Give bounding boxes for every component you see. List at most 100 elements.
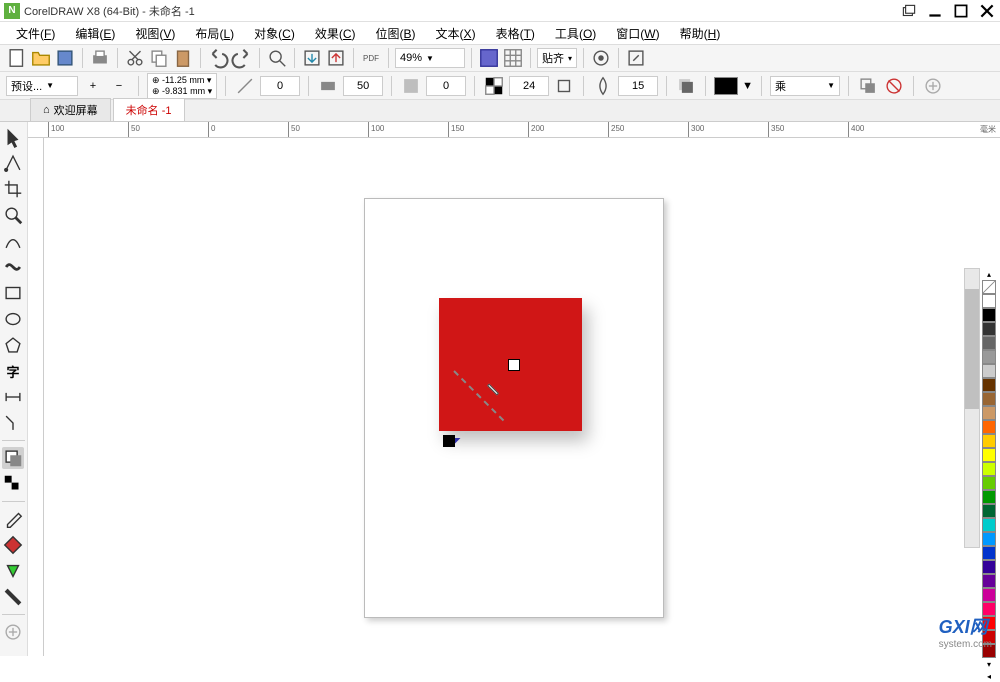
palette-none[interactable] xyxy=(982,280,996,294)
import-icon[interactable] xyxy=(301,47,323,69)
shadow-end-handle[interactable] xyxy=(443,435,455,447)
launch-icon[interactable] xyxy=(625,47,647,69)
connector-tool-icon[interactable] xyxy=(2,412,24,434)
feather-dir-icon[interactable] xyxy=(553,75,575,97)
copy-icon[interactable] xyxy=(148,47,170,69)
add-preset-icon[interactable]: + xyxy=(82,75,104,97)
open-icon[interactable] xyxy=(30,47,52,69)
palette-swatch[interactable] xyxy=(982,462,996,476)
scrollbar-vertical[interactable] xyxy=(964,268,980,548)
ellipse-tool-icon[interactable] xyxy=(2,308,24,330)
menu-view[interactable]: 视图(V) xyxy=(127,23,183,44)
smart-fill-icon[interactable] xyxy=(2,560,24,582)
shadow-center-handle[interactable] xyxy=(508,359,520,371)
palette-swatch[interactable] xyxy=(982,434,996,448)
new-doc-icon[interactable] xyxy=(6,47,28,69)
menu-layout[interactable]: 布局(L) xyxy=(187,23,242,44)
menu-help[interactable]: 帮助(H) xyxy=(672,23,729,44)
drop-shadow-tool-icon[interactable] xyxy=(2,447,24,469)
blend-mode-dropdown[interactable]: 乘▼ xyxy=(770,76,840,96)
feather-input[interactable]: 0 xyxy=(426,76,466,96)
rectangle-tool-icon[interactable] xyxy=(2,282,24,304)
palette-swatch[interactable] xyxy=(982,420,996,434)
palette-swatch[interactable] xyxy=(982,490,996,504)
print-icon[interactable] xyxy=(89,47,111,69)
polygon-tool-icon[interactable] xyxy=(2,334,24,356)
palette-swatch[interactable] xyxy=(982,378,996,392)
zoom-tool-icon[interactable] xyxy=(2,204,24,226)
fullscreen-icon[interactable] xyxy=(478,47,500,69)
palette-swatch[interactable] xyxy=(982,546,996,560)
search-icon[interactable] xyxy=(266,47,288,69)
remove-preset-icon[interactable]: − xyxy=(108,75,130,97)
redo-icon[interactable] xyxy=(231,47,253,69)
palette-swatch[interactable] xyxy=(982,406,996,420)
maximize-button[interactable] xyxy=(952,2,970,20)
palette-down-icon[interactable]: ▾ xyxy=(982,658,996,670)
palette-swatch[interactable] xyxy=(982,574,996,588)
menu-object[interactable]: 对象(C) xyxy=(246,23,303,44)
menu-text[interactable]: 文本(X) xyxy=(428,23,484,44)
ruler-horizontal[interactable]: 100 50 0 50 100 150 200 250 300 350 400 … xyxy=(28,122,1000,138)
palette-swatch[interactable] xyxy=(982,336,996,350)
text-tool-icon[interactable]: 字 xyxy=(2,360,24,382)
pick-tool-icon[interactable] xyxy=(2,126,24,148)
scroll-thumb[interactable] xyxy=(965,289,979,409)
eyedropper-tool-icon[interactable] xyxy=(2,508,24,530)
shape-tool-icon[interactable] xyxy=(2,152,24,174)
doc-restore-icon[interactable] xyxy=(900,2,918,20)
palette-swatch[interactable] xyxy=(982,504,996,518)
quick-customize-icon[interactable] xyxy=(2,621,24,643)
crop-tool-icon[interactable] xyxy=(2,178,24,200)
shadow-angle-input[interactable]: 0 xyxy=(260,76,300,96)
menu-window[interactable]: 窗口(W) xyxy=(608,23,667,44)
palette-swatch[interactable] xyxy=(982,448,996,462)
palette-swatch[interactable] xyxy=(982,322,996,336)
minimize-button[interactable] xyxy=(926,2,944,20)
color-dropdown-arrow[interactable]: ▼ xyxy=(742,80,753,92)
artistic-media-icon[interactable] xyxy=(2,256,24,278)
palette-swatch[interactable] xyxy=(982,308,996,322)
menu-bitmap[interactable]: 位图(B) xyxy=(368,23,424,44)
val2-input[interactable]: 15 xyxy=(618,76,658,96)
save-icon[interactable] xyxy=(54,47,76,69)
palette-flyout-icon[interactable]: ◂ xyxy=(982,670,996,682)
palette-swatch[interactable] xyxy=(982,350,996,364)
preset-dropdown[interactable]: 预设...▼ xyxy=(6,76,78,96)
palette-swatch[interactable] xyxy=(982,518,996,532)
palette-up-icon[interactable]: ▴ xyxy=(982,268,996,280)
expand-icon[interactable] xyxy=(922,75,944,97)
menu-tools[interactable]: 工具(O) xyxy=(547,23,604,44)
direction-icon[interactable] xyxy=(675,75,697,97)
undo-icon[interactable] xyxy=(207,47,229,69)
palette-swatch[interactable] xyxy=(982,532,996,546)
outline-tool-icon[interactable] xyxy=(2,586,24,608)
palette-swatch[interactable] xyxy=(982,392,996,406)
tab-document[interactable]: 未命名 -1 xyxy=(113,98,185,121)
grid-icon[interactable] xyxy=(502,47,524,69)
palette-swatch[interactable] xyxy=(982,364,996,378)
menu-file[interactable]: 文件(F) xyxy=(8,23,63,44)
palette-swatch[interactable] xyxy=(982,588,996,602)
close-button[interactable] xyxy=(978,2,996,20)
tab-welcome[interactable]: ⌂ 欢迎屏幕 xyxy=(30,98,111,121)
fill-tool-icon[interactable] xyxy=(2,534,24,556)
snap-dropdown[interactable]: 贴齐 ▾ xyxy=(537,48,577,68)
menu-effects[interactable]: 效果(C) xyxy=(307,23,364,44)
position-coords[interactable]: ⊕ -11.25 mm ▾ ⊕ -9.831 mm ▾ xyxy=(147,73,217,99)
cut-icon[interactable] xyxy=(124,47,146,69)
options-icon[interactable] xyxy=(590,47,612,69)
shadow-opacity-input[interactable]: 50 xyxy=(343,76,383,96)
shadow-color-swatch[interactable] xyxy=(714,77,738,95)
freehand-tool-icon[interactable] xyxy=(2,230,24,252)
transparency-tool-icon[interactable] xyxy=(2,473,24,495)
export-icon[interactable] xyxy=(325,47,347,69)
paste-icon[interactable] xyxy=(172,47,194,69)
ruler-vertical[interactable] xyxy=(28,138,44,656)
palette-swatch[interactable] xyxy=(982,294,996,308)
palette-swatch[interactable] xyxy=(982,560,996,574)
palette-swatch[interactable] xyxy=(982,476,996,490)
canvas[interactable] xyxy=(44,138,1000,656)
publish-pdf-icon[interactable]: PDF xyxy=(360,47,382,69)
menu-table[interactable]: 表格(T) xyxy=(488,23,543,44)
